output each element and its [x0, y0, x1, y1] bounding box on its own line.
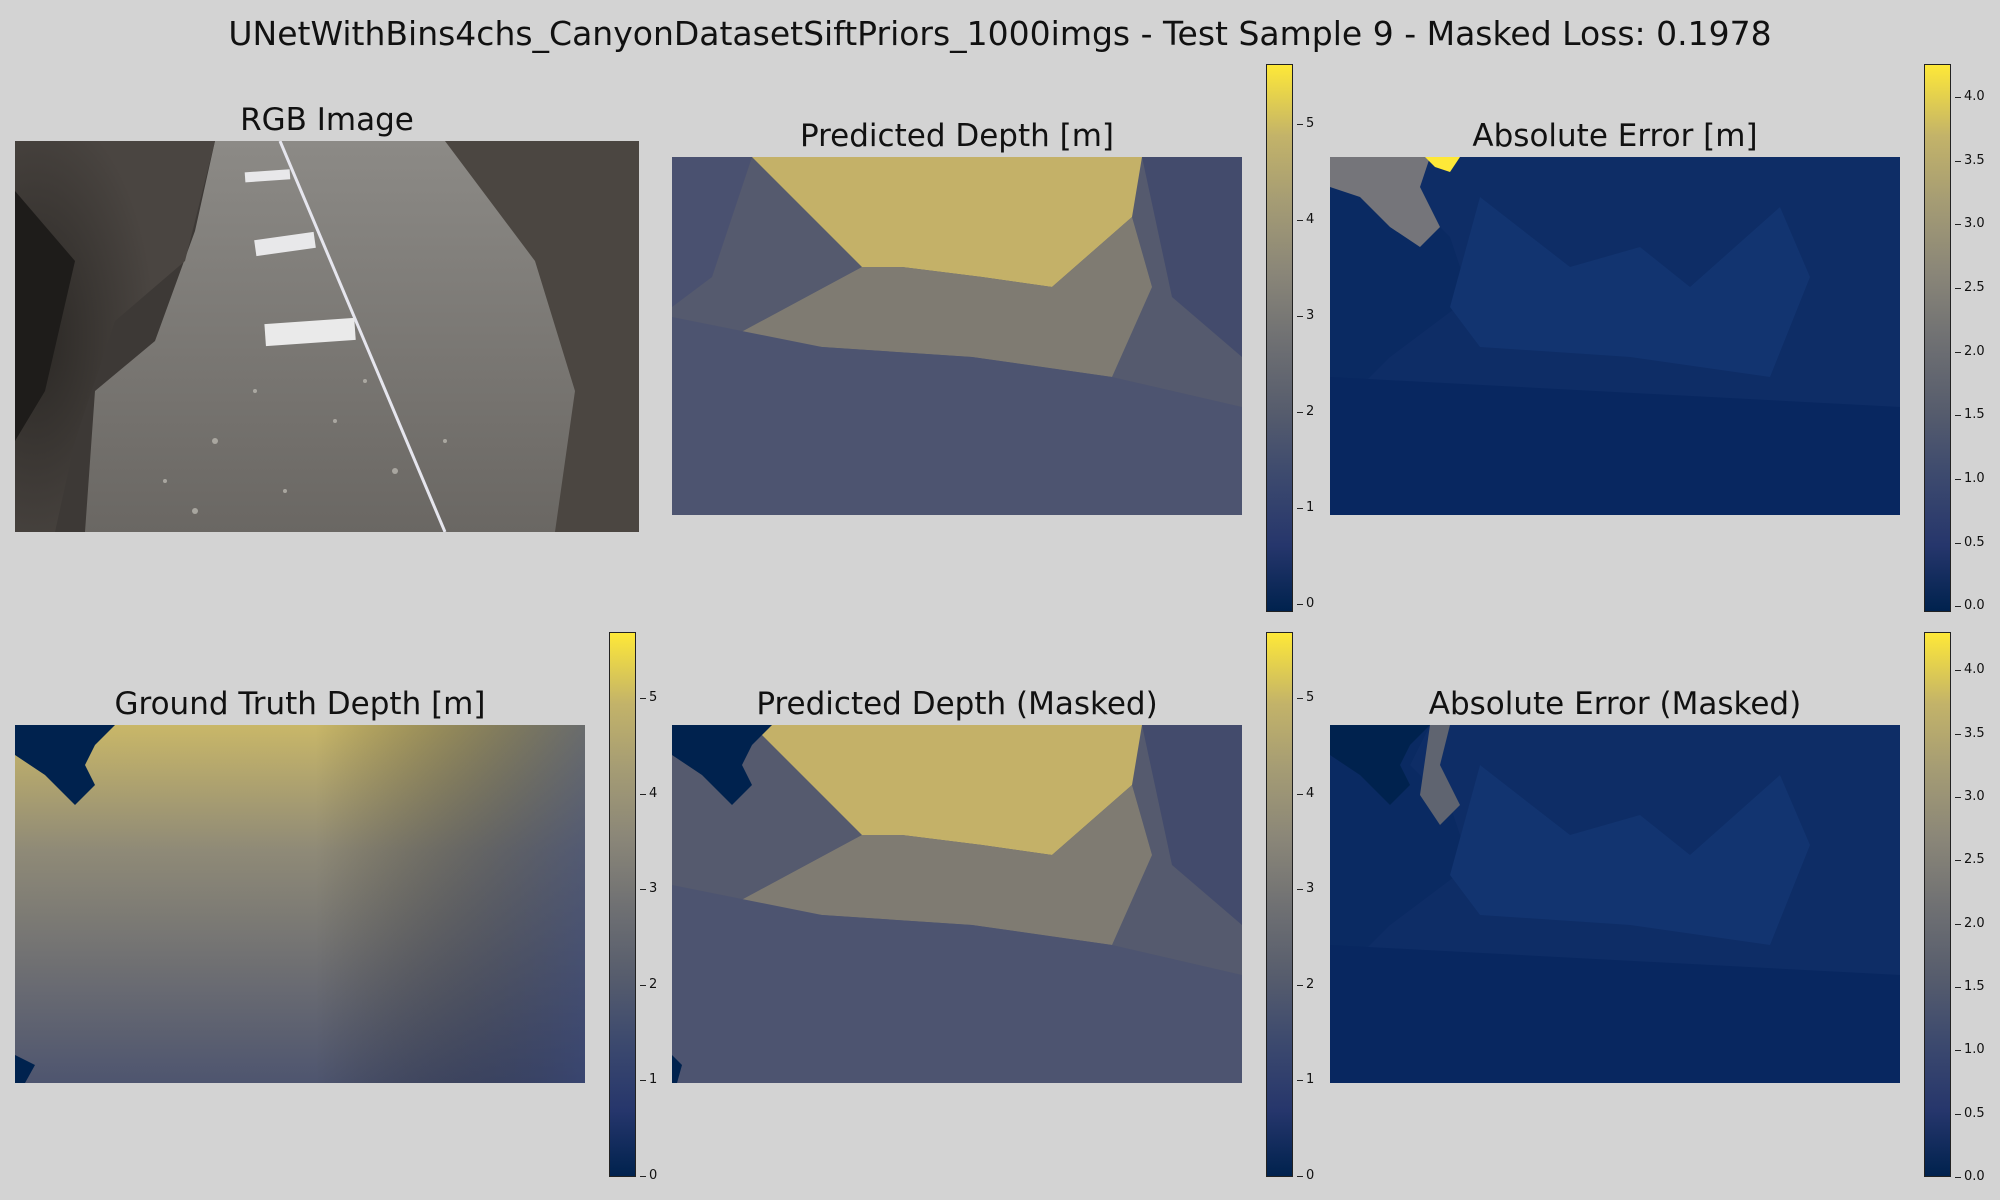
error-tick: 2.0: [1955, 916, 1985, 931]
error-tick: 2.5: [1955, 280, 1985, 295]
error-tick: 4.0: [1955, 89, 1985, 104]
depth-tick: 5: [1296, 116, 1315, 131]
depth-tick: 2: [1296, 977, 1315, 992]
error-tick: 2.0: [1955, 344, 1985, 359]
error-tick: 3.5: [1955, 726, 1985, 741]
error-tick: 1.5: [1955, 979, 1985, 994]
gt-panel-title: Ground Truth Depth [m]: [114, 686, 486, 722]
depth-tick: 4: [1296, 212, 1315, 227]
error-tick: 0.5: [1955, 1106, 1985, 1121]
abs-error-masked-panel-title: Absolute Error (Masked): [1428, 686, 1802, 722]
absolute-error-image: [1330, 157, 1900, 515]
depth-tick: 0: [639, 1168, 658, 1183]
depth-tick: 1: [1296, 1072, 1315, 1087]
error-tick: 4.0: [1955, 662, 1985, 677]
depth-tick: 4: [1296, 786, 1315, 801]
error-tick: 0.0: [1955, 598, 1985, 613]
absolute-error-masked-image: [1330, 725, 1900, 1083]
pred-panel-title: Predicted Depth [m]: [799, 118, 1115, 154]
rgb-panel-title: RGB Image: [240, 102, 414, 138]
error-tick: 3.0: [1955, 216, 1985, 231]
error-tick: 1.5: [1955, 407, 1985, 422]
pred-masked-panel-title: Predicted Depth (Masked): [756, 686, 1158, 722]
ground-truth-depth-image: [15, 725, 585, 1083]
abs-error-colorbar: [1924, 64, 1951, 612]
depth-tick: 2: [639, 977, 658, 992]
pred-masked-depth-colorbar: [1266, 632, 1293, 1177]
depth-tick: 2: [1296, 404, 1315, 419]
depth-tick: 3: [1296, 308, 1315, 323]
depth-tick: 0: [1296, 596, 1315, 611]
error-tick: 3.5: [1955, 153, 1985, 168]
error-tick: 1.0: [1955, 471, 1985, 486]
error-tick: 3.0: [1955, 789, 1985, 804]
depth-tick: 3: [1296, 881, 1315, 896]
abs-error-panel-title: Absolute Error [m]: [1472, 118, 1758, 154]
depth-tick: 4: [639, 786, 658, 801]
gt-depth-colorbar: [609, 632, 636, 1177]
predicted-depth-masked-image: [672, 725, 1242, 1083]
depth-tick: 3: [639, 881, 658, 896]
pred-depth-colorbar: [1266, 64, 1293, 612]
depth-tick: 5: [639, 690, 658, 705]
error-tick: 0.5: [1955, 535, 1985, 550]
depth-tick: 1: [1296, 500, 1315, 515]
figure-title: UNetWithBins4chs_CanyonDatasetSiftPriors…: [228, 14, 1772, 53]
error-tick: 1.0: [1955, 1042, 1985, 1057]
abs-error-masked-colorbar: [1924, 632, 1951, 1177]
error-tick: 2.5: [1955, 852, 1985, 867]
depth-tick: 5: [1296, 690, 1315, 705]
depth-tick: 1: [639, 1072, 658, 1087]
error-tick: 0.0: [1955, 1169, 1985, 1184]
predicted-depth-image: [672, 157, 1242, 515]
depth-tick: 0: [1296, 1168, 1315, 1183]
rgb-image: [15, 141, 639, 532]
